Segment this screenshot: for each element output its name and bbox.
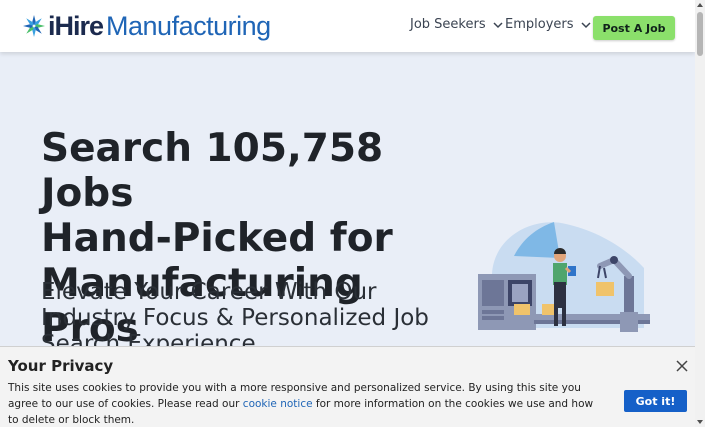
nav-employers[interactable]: Employers [505,17,591,32]
cookie-notice-link[interactable]: cookie notice [243,398,313,410]
logo-brand-suffix: Manufacturing [106,10,271,41]
close-icon[interactable] [675,359,689,373]
scrollbar-thumb[interactable] [697,12,703,56]
scroll-up-arrow-icon[interactable] [695,0,705,10]
nav-job-seekers[interactable]: Job Seekers [410,17,503,32]
chevron-down-icon [493,21,503,28]
site-header: iHire Manufacturing Job Seekers Employer… [0,0,695,52]
privacy-title: Your Privacy [8,357,114,375]
got-it-button[interactable]: Got it! [624,390,687,412]
site-logo[interactable]: iHire Manufacturing [22,10,271,42]
privacy-banner: Your Privacy This site uses cookies to p… [0,346,695,427]
factory-worker-illustration [478,222,650,332]
chevron-down-icon [580,21,591,28]
scroll-down-arrow-icon[interactable] [695,417,705,427]
logo-burst-icon [23,15,45,37]
logo-brand-prefix: iHire [48,10,104,41]
hero-title-line-2: Hand-Picked for [41,216,393,261]
nav-job-seekers-label: Job Seekers [410,17,486,32]
privacy-text: This site uses cookies to provide you wi… [8,380,598,427]
hero-title-line-1: Search 105,758 Jobs [41,126,384,216]
vertical-scrollbar[interactable] [695,0,705,427]
post-a-job-button[interactable]: Post A Job [593,16,675,40]
nav-employers-label: Employers [505,17,574,32]
